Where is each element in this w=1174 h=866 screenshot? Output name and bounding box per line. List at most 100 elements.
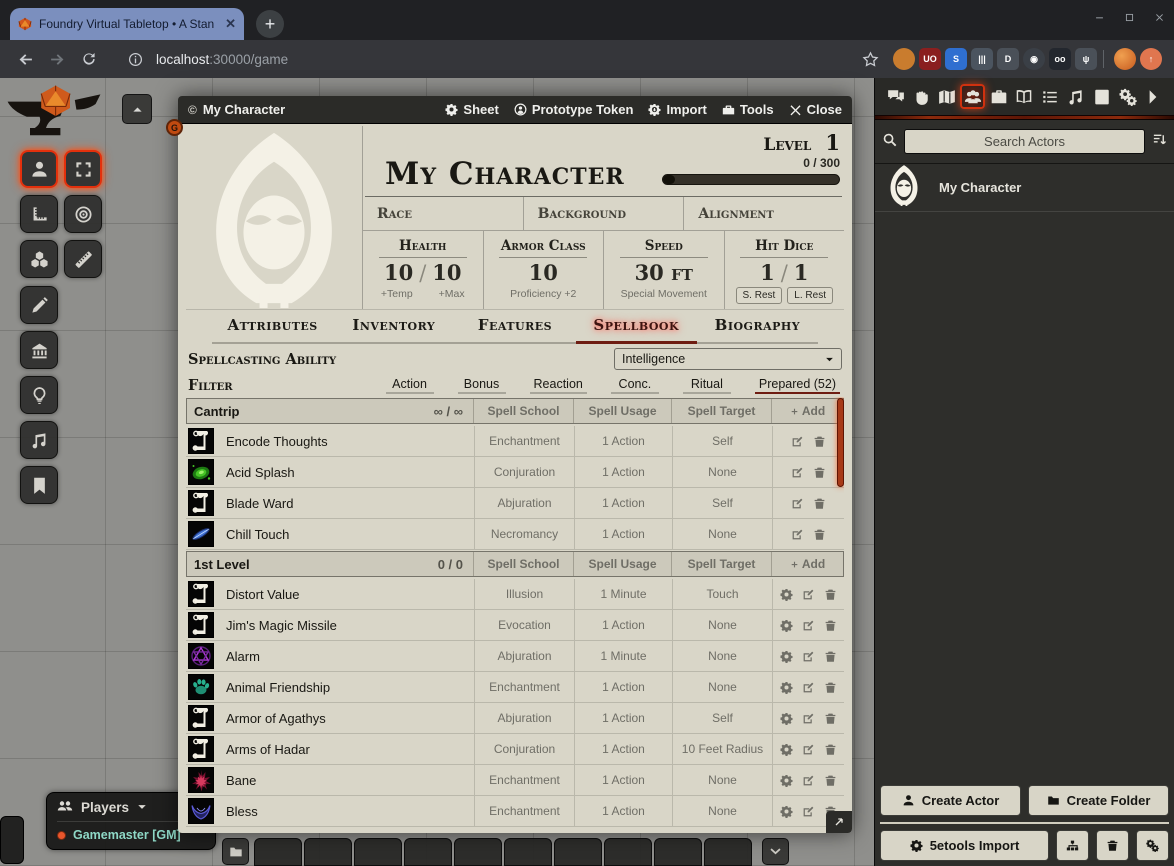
tools-button[interactable]: Tools bbox=[722, 102, 774, 117]
edit-icon[interactable] bbox=[802, 712, 815, 725]
lighting-controls-button[interactable] bbox=[20, 376, 58, 414]
hp-max[interactable]: 10 bbox=[432, 260, 461, 285]
target-tool-button[interactable] bbox=[64, 195, 102, 233]
browser-tab[interactable]: Foundry Virtual Tabletop • A Stan ✕ bbox=[10, 8, 244, 40]
edit-icon[interactable] bbox=[791, 435, 804, 448]
spell-name[interactable]: Jim's Magic Missile bbox=[218, 618, 474, 633]
close-button[interactable]: Close bbox=[789, 102, 842, 117]
sidebar-tab-actors[interactable] bbox=[960, 84, 985, 109]
edit-icon[interactable] bbox=[802, 805, 815, 818]
extension-sliders-icon[interactable]: ||| bbox=[971, 48, 993, 70]
window-header[interactable]: ©My Character SheetPrototype TokenImport… bbox=[178, 96, 852, 124]
drawing-controls-button[interactable] bbox=[20, 286, 58, 324]
sidebar-tab-compendium[interactable] bbox=[1089, 84, 1114, 109]
level-value[interactable]: 1 bbox=[825, 130, 840, 155]
hp-maxmod-label[interactable]: +Max bbox=[439, 288, 465, 300]
spell-slots[interactable]: 0 / 0 bbox=[438, 557, 473, 572]
reload-icon[interactable] bbox=[76, 46, 102, 72]
filter-conc-[interactable]: Conc. bbox=[611, 377, 659, 394]
sidebar-tab-collapse[interactable] bbox=[1141, 84, 1166, 109]
tab-biography[interactable]: Biography bbox=[697, 316, 818, 344]
ruler-tool-button[interactable] bbox=[64, 240, 102, 278]
prepare-toggle-icon[interactable] bbox=[780, 619, 793, 632]
spell-icon[interactable] bbox=[188, 643, 214, 669]
info-icon[interactable] bbox=[122, 46, 148, 72]
url-bar[interactable]: localhost:30000/game bbox=[108, 46, 851, 72]
macro-slot[interactable] bbox=[454, 838, 502, 866]
hp-temp-label[interactable]: +Temp bbox=[381, 288, 413, 300]
edit-icon[interactable] bbox=[802, 650, 815, 663]
special-movement-label[interactable]: Special Movement bbox=[621, 288, 707, 300]
delete-all-button[interactable] bbox=[1096, 830, 1129, 861]
spell-name[interactable]: Animal Friendship bbox=[218, 680, 474, 695]
create-actor-button[interactable]: Create Actor bbox=[880, 785, 1021, 816]
scrollbar-thumb[interactable] bbox=[837, 398, 844, 487]
sort-filter-icon[interactable] bbox=[1152, 132, 1167, 152]
spell-icon[interactable] bbox=[188, 459, 214, 485]
directory-settings-button[interactable] bbox=[1136, 830, 1169, 861]
delete-icon[interactable] bbox=[824, 712, 837, 725]
short-rest-button[interactable]: S. Rest bbox=[736, 287, 783, 304]
delete-icon[interactable] bbox=[824, 619, 837, 632]
macro-slot[interactable] bbox=[404, 838, 452, 866]
ac-value[interactable]: 10 bbox=[529, 260, 558, 285]
delete-icon[interactable] bbox=[813, 497, 826, 510]
field-alignment[interactable]: Alignment bbox=[683, 197, 844, 230]
xp-value[interactable]: 0 bbox=[803, 156, 810, 170]
character-portrait[interactable] bbox=[186, 126, 362, 309]
spell-slots[interactable]: ∞ / ∞ bbox=[434, 404, 473, 419]
filter-prepared-52-[interactable]: Prepared (52) bbox=[755, 377, 840, 394]
filter-action[interactable]: Action bbox=[386, 377, 434, 394]
edit-icon[interactable] bbox=[802, 743, 815, 756]
spell-name[interactable]: Armor of Agathys bbox=[218, 711, 474, 726]
edit-icon[interactable] bbox=[791, 466, 804, 479]
extension-letter-icon[interactable]: D bbox=[997, 48, 1019, 70]
spell-icon[interactable] bbox=[188, 428, 214, 454]
sidebar-tab-tables[interactable] bbox=[1038, 84, 1063, 109]
tab-inventory[interactable]: Inventory bbox=[333, 316, 454, 344]
hd-current[interactable]: 1 bbox=[760, 260, 775, 285]
back-icon[interactable] bbox=[12, 46, 38, 72]
spell-name[interactable]: Encode Thoughts bbox=[218, 434, 474, 449]
sidebar-tab-chat[interactable] bbox=[883, 84, 908, 109]
forward-icon[interactable] bbox=[44, 46, 70, 72]
delete-icon[interactable] bbox=[813, 435, 826, 448]
spell-icon[interactable] bbox=[188, 736, 214, 762]
macro-slot[interactable] bbox=[704, 838, 752, 866]
measure-controls-button[interactable] bbox=[20, 195, 58, 233]
sidebar-tab-settings[interactable] bbox=[1115, 84, 1140, 109]
long-rest-button[interactable]: L. Rest bbox=[787, 287, 833, 304]
delete-icon[interactable] bbox=[824, 650, 837, 663]
spell-icon[interactable] bbox=[188, 490, 214, 516]
filter-ritual[interactable]: Ritual bbox=[683, 377, 731, 394]
macro-folder-button[interactable] bbox=[222, 838, 249, 865]
extension-cookie-icon[interactable] bbox=[893, 48, 915, 70]
sidebar-tab-scenes[interactable] bbox=[935, 84, 960, 109]
tab-features[interactable]: Features bbox=[454, 316, 575, 344]
add-spell-button[interactable]: Add bbox=[771, 552, 843, 576]
edit-icon[interactable] bbox=[802, 681, 815, 694]
edit-icon[interactable] bbox=[802, 588, 815, 601]
spell-icon[interactable] bbox=[188, 767, 214, 793]
spellcasting-ability-select[interactable]: Intelligence bbox=[614, 348, 842, 370]
sidebar-tab-playlists[interactable] bbox=[1064, 84, 1089, 109]
spell-name[interactable]: Bless bbox=[218, 804, 474, 819]
macro-slot[interactable] bbox=[254, 838, 302, 866]
hp-current[interactable]: 10 bbox=[384, 260, 413, 285]
macro-slot[interactable] bbox=[504, 838, 552, 866]
speed-value[interactable]: 30 ft bbox=[604, 260, 724, 285]
extension-letter-icon[interactable]: S bbox=[945, 48, 967, 70]
extension-update-icon[interactable]: ↑ bbox=[1140, 48, 1162, 70]
spell-name[interactable]: Arms of Hadar bbox=[218, 742, 474, 757]
macro-slot[interactable] bbox=[304, 838, 352, 866]
extension-eye-icon[interactable]: ◉ bbox=[1023, 48, 1045, 70]
prepare-toggle-icon[interactable] bbox=[780, 588, 793, 601]
folder-tree-button[interactable] bbox=[1056, 830, 1089, 861]
extension-shield-icon[interactable]: UO bbox=[919, 48, 941, 70]
spell-name[interactable]: Distort Value bbox=[218, 587, 474, 602]
spell-name[interactable]: Acid Splash bbox=[218, 465, 474, 480]
hotbar-collapse-icon[interactable] bbox=[762, 838, 789, 865]
delete-icon[interactable] bbox=[824, 588, 837, 601]
spell-icon[interactable] bbox=[188, 612, 214, 638]
extension-oo-icon[interactable]: oo bbox=[1049, 48, 1071, 70]
